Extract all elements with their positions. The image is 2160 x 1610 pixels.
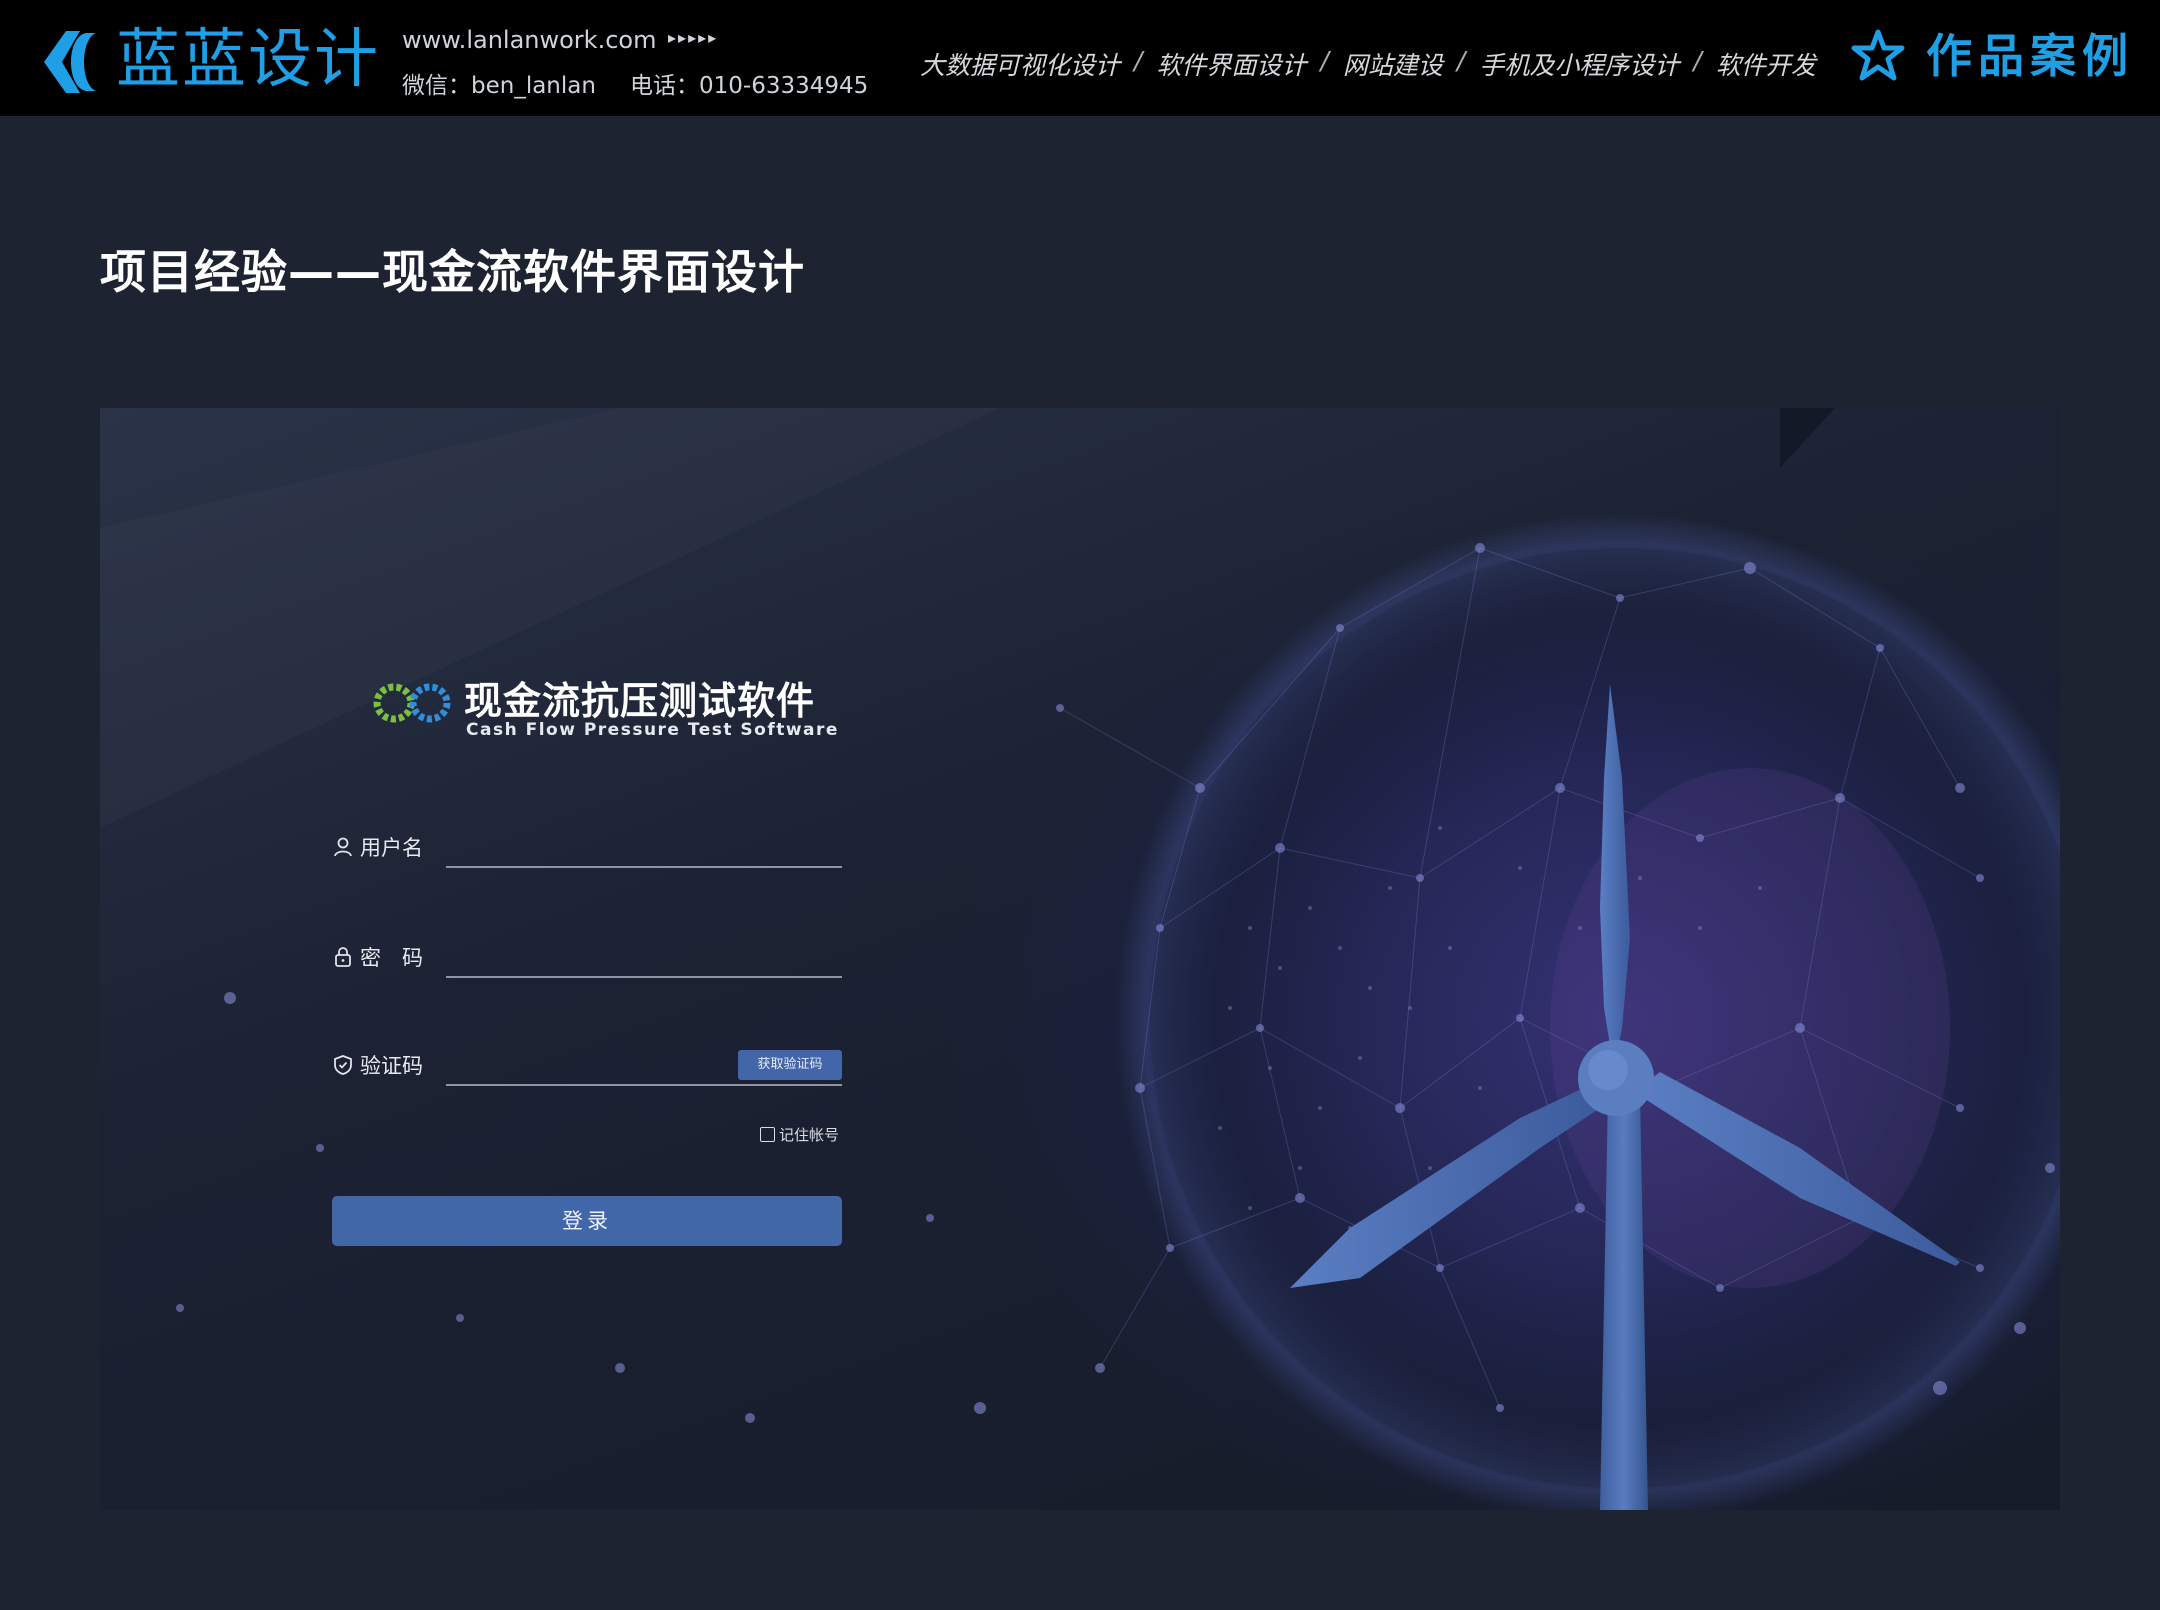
- nav-separator: /: [1693, 46, 1702, 75]
- lock-icon: [335, 947, 351, 967]
- remember-checkbox[interactable]: [760, 1127, 775, 1142]
- remember-label: 记住帐号: [779, 1126, 840, 1144]
- services-nav: 大数据可视化设计 / 软件界面设计 / 网站建设 / 手机及小程序设计 / 软件…: [920, 46, 1816, 82]
- login-button[interactable]: 登录: [332, 1196, 842, 1246]
- page-title: 项目经验——现金流软件界面设计: [100, 245, 805, 299]
- password-input[interactable]: [446, 938, 846, 976]
- works-star-icon: [1851, 29, 1905, 81]
- wechat-contact: 微信：ben_lanlan: [402, 73, 596, 99]
- shield-check-icon: [334, 1055, 352, 1075]
- nav-separator: /: [1134, 46, 1143, 75]
- service-item-website[interactable]: 网站建设: [1343, 46, 1443, 82]
- service-item-dev[interactable]: 软件开发: [1716, 46, 1816, 82]
- captcha-underline: [446, 1084, 842, 1086]
- app-logo: 现金流抗压测试软件 Cash Flow Pressure Test Softwa…: [372, 670, 837, 740]
- service-item-mobile[interactable]: 手机及小程序设计: [1479, 46, 1679, 82]
- captcha-label: 验证码: [360, 1054, 423, 1078]
- username-input[interactable]: [446, 828, 846, 866]
- username-label: 用户名: [360, 836, 423, 860]
- login-screen-mockup: 现金流抗压测试软件 Cash Flow Pressure Test Softwa…: [100, 408, 2060, 1510]
- get-code-button[interactable]: 获取验证码: [738, 1050, 842, 1080]
- username-underline: [446, 866, 842, 868]
- captcha-field: 验证码 获取验证码: [332, 1046, 842, 1086]
- phone-contact: 电话：010-63334945: [630, 73, 869, 99]
- brand-logo-icon: [44, 31, 96, 93]
- site-arrows: ▸▸▸▸▸: [668, 28, 719, 47]
- app-name-cn: 现金流抗压测试软件: [464, 679, 816, 723]
- service-item-bigdata[interactable]: 大数据可视化设计: [920, 46, 1120, 82]
- works-title[interactable]: 作品案例: [1926, 28, 2134, 84]
- password-underline: [446, 976, 842, 978]
- username-field: 用户名: [332, 828, 846, 868]
- nav-separator: /: [1320, 46, 1329, 75]
- brand-name: 蓝蓝设计: [116, 23, 380, 97]
- nav-separator: /: [1456, 46, 1466, 75]
- remember-account[interactable]: 记住帐号: [760, 1124, 839, 1145]
- infinity-logo-icon: [373, 683, 451, 723]
- top-bar: 蓝蓝设计 www.lanlanwork.com ▸▸▸▸▸ 微信：ben_lan…: [0, 0, 2160, 116]
- captcha-input[interactable]: [446, 1046, 730, 1084]
- app-name-en: Cash Flow Pressure Test Software: [466, 720, 839, 740]
- user-icon: [334, 837, 352, 857]
- password-field: 密 码: [332, 938, 846, 978]
- password-label: 密 码: [360, 946, 423, 970]
- service-item-software-ui[interactable]: 软件界面设计: [1156, 46, 1306, 82]
- site-url[interactable]: www.lanlanwork.com: [402, 26, 656, 54]
